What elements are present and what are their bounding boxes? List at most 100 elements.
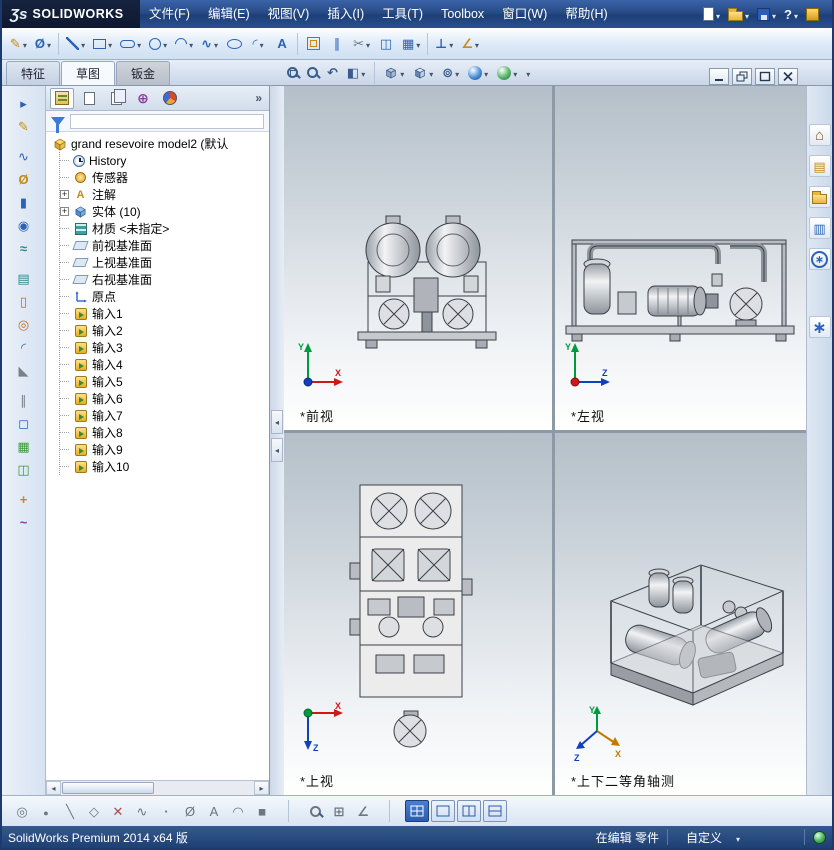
dropdown-caret[interactable] xyxy=(513,66,517,79)
expand-toggle[interactable] xyxy=(60,190,69,199)
dropdown-caret[interactable] xyxy=(163,37,167,50)
tab-dimxpertmanager[interactable] xyxy=(131,88,155,109)
select-button[interactable] xyxy=(9,92,39,115)
tree-item-import5[interactable]: 输入5 xyxy=(60,373,269,390)
3d-sketch-button[interactable] xyxy=(9,145,39,168)
tree-item-import9[interactable]: 输入9 xyxy=(60,441,269,458)
dropdown-caret[interactable] xyxy=(47,37,51,50)
tree-item-import8[interactable]: 输入8 xyxy=(60,424,269,441)
dropdown-caret[interactable] xyxy=(416,37,420,50)
tree-item-top-plane[interactable]: 上视基准面 xyxy=(60,254,269,271)
filter-surface-bodies-button[interactable] xyxy=(227,800,249,822)
swept-boss-button[interactable] xyxy=(9,237,39,260)
filter-edges-button[interactable] xyxy=(59,800,81,822)
perimeter-circle-button[interactable] xyxy=(171,31,197,57)
dropdown-caret[interactable] xyxy=(772,8,776,21)
filter-annotations-button[interactable] xyxy=(203,800,225,822)
chamfer-button[interactable] xyxy=(9,359,39,382)
minimize-window-button[interactable] xyxy=(709,68,729,85)
design-library-button[interactable] xyxy=(808,155,831,177)
tab-configurationmanager[interactable] xyxy=(104,88,128,109)
panel-horizontal-scrollbar[interactable]: ◂ ▸ xyxy=(46,780,269,795)
custom-properties-button[interactable] xyxy=(808,316,831,338)
scrollbar-thumb[interactable] xyxy=(62,782,154,794)
quick-snaps-button[interactable] xyxy=(457,31,483,57)
snap-settings-button[interactable] xyxy=(352,800,374,822)
scroll-left-arrow[interactable]: ◂ xyxy=(46,781,61,795)
extruded-boss-button[interactable] xyxy=(9,191,39,214)
dropdown-caret[interactable] xyxy=(484,66,488,79)
previous-view-button[interactable] xyxy=(324,64,341,81)
expand-toggle[interactable] xyxy=(60,207,69,216)
circle-button[interactable] xyxy=(145,31,171,57)
panel-tab-overflow[interactable]: » xyxy=(255,91,265,105)
revolved-boss-button[interactable] xyxy=(9,214,39,237)
section-view-button[interactable] xyxy=(344,64,368,81)
collapse-panel-arrow[interactable]: ◂ xyxy=(271,438,283,462)
panel-splitter[interactable]: ◂ ◂ xyxy=(270,86,284,795)
linear-pattern-button[interactable] xyxy=(9,435,39,458)
dropdown-caret[interactable] xyxy=(455,66,459,79)
tree-item-material[interactable]: 材质 <未指定> xyxy=(60,220,269,237)
open-button[interactable] xyxy=(725,5,752,23)
menu-file[interactable]: 文件(F) xyxy=(140,0,199,28)
magnified-selection-button[interactable] xyxy=(304,800,326,822)
ellipse-button[interactable] xyxy=(222,31,246,57)
dropdown-caret[interactable] xyxy=(214,37,218,50)
filter-midpoints-button[interactable] xyxy=(155,800,177,822)
tab-featuremanager-tree[interactable] xyxy=(50,87,74,109)
tree-item-solid-bodies[interactable]: 实体 (10) xyxy=(60,203,269,220)
sketch-fillet-button[interactable] xyxy=(246,31,270,57)
sketch-tool-button[interactable] xyxy=(9,115,39,138)
tree-item-sensors[interactable]: 传感器 xyxy=(60,169,269,186)
tree-item-origin[interactable]: 原点 xyxy=(60,288,269,305)
home-button[interactable] xyxy=(808,124,831,146)
dropdown-caret[interactable] xyxy=(366,37,370,50)
tree-item-right-plane[interactable]: 右视基准面 xyxy=(60,271,269,288)
tab-displaymanager[interactable] xyxy=(158,88,182,109)
zoom-to-area-button[interactable] xyxy=(304,65,321,80)
clear-all-filters-button[interactable] xyxy=(107,800,129,822)
dropdown-caret[interactable] xyxy=(81,37,85,50)
display-style-button[interactable] xyxy=(410,64,436,81)
dropdown-caret[interactable] xyxy=(736,831,740,844)
view-palette-button[interactable] xyxy=(808,217,831,239)
resources-button[interactable] xyxy=(803,6,822,23)
dropdown-caret[interactable] xyxy=(137,37,141,50)
maximize-window-button[interactable] xyxy=(755,68,775,85)
appearances-button[interactable] xyxy=(808,248,831,270)
dropdown-caret[interactable] xyxy=(23,37,27,50)
trim-entities-button[interactable] xyxy=(349,31,374,57)
hide-show-items-button[interactable] xyxy=(439,64,462,81)
tree-item-import1[interactable]: 输入1 xyxy=(60,305,269,322)
filter-faces-button[interactable] xyxy=(83,800,105,822)
fillet-button[interactable] xyxy=(9,336,39,359)
shell-button[interactable] xyxy=(9,412,39,435)
dropdown-caret[interactable] xyxy=(400,66,404,79)
tree-filter-input[interactable] xyxy=(70,113,264,129)
display-delete-relations-button[interactable] xyxy=(431,31,457,57)
mirror-feature-button[interactable] xyxy=(9,458,39,481)
save-button[interactable] xyxy=(754,6,779,23)
smart-dimension-button[interactable] xyxy=(31,31,55,57)
two-view-vertical-button[interactable] xyxy=(483,800,507,822)
menu-toolbox[interactable]: Toolbox xyxy=(432,0,493,28)
tree-item-front-plane[interactable]: 前视基准面 xyxy=(60,237,269,254)
tree-item-history[interactable]: History xyxy=(60,152,269,169)
new-document-button[interactable] xyxy=(700,5,723,23)
dropdown-caret[interactable] xyxy=(260,37,264,50)
filter-solid-bodies-button[interactable] xyxy=(251,800,273,822)
tree-item-import2[interactable]: 输入2 xyxy=(60,322,269,339)
tree-item-annotations[interactable]: 注解 xyxy=(60,186,269,203)
scroll-right-arrow[interactable]: ▸ xyxy=(254,781,269,795)
view-settings-button[interactable] xyxy=(523,64,533,81)
file-explorer-button[interactable] xyxy=(808,186,831,208)
line-button[interactable] xyxy=(62,31,89,57)
menu-view[interactable]: 视图(V) xyxy=(259,0,319,28)
rib-button[interactable] xyxy=(9,389,39,412)
view-orientation-button[interactable] xyxy=(381,64,407,81)
grid-settings-button[interactable] xyxy=(328,800,350,822)
tree-item-import4[interactable]: 输入4 xyxy=(60,356,269,373)
tree-root[interactable]: grand resevoire model2 (默认 xyxy=(50,135,269,152)
tab-propertymanager[interactable] xyxy=(77,88,101,109)
